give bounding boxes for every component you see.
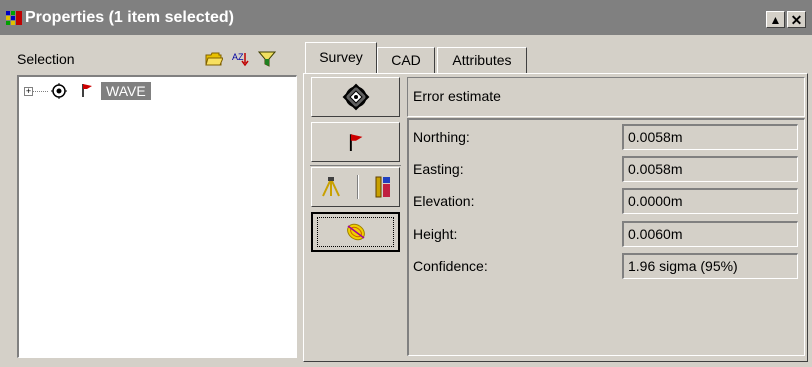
close-button[interactable]: ✕ bbox=[787, 11, 806, 28]
easting-label: Easting: bbox=[413, 161, 464, 177]
easting-value: 0.0058m bbox=[622, 156, 798, 182]
tab-survey[interactable]: Survey bbox=[305, 42, 377, 73]
tab-attributes[interactable]: Attributes bbox=[437, 47, 527, 73]
selection-label: Selection bbox=[17, 51, 75, 67]
confidence-label: Confidence: bbox=[413, 258, 488, 274]
selection-header: Selection AZ bbox=[17, 48, 297, 72]
instruments-button[interactable] bbox=[311, 167, 400, 207]
sort-az-icon[interactable]: AZ bbox=[232, 51, 250, 67]
tree-connector bbox=[33, 91, 48, 92]
tripod-icon bbox=[321, 177, 340, 197]
close-icon: ✕ bbox=[790, 11, 803, 28]
height-value: 0.0060m bbox=[622, 221, 798, 247]
elevation-label: Elevation: bbox=[413, 193, 475, 209]
restore-icon: ▲ bbox=[769, 12, 782, 27]
error-ellipse-icon bbox=[346, 223, 365, 241]
tab-cad[interactable]: CAD bbox=[377, 47, 435, 73]
tree-expander-icon[interactable]: + bbox=[24, 87, 33, 96]
flag-icon bbox=[349, 134, 362, 151]
selection-tree[interactable]: + WAVE bbox=[17, 75, 297, 358]
sort-az-label: AZ bbox=[232, 52, 244, 62]
tree-item-wave[interactable]: WAVE bbox=[101, 82, 151, 100]
height-label: Height: bbox=[413, 226, 458, 242]
flag-icon bbox=[82, 84, 92, 97]
focus-ring bbox=[317, 217, 394, 247]
target-icon bbox=[51, 83, 67, 99]
divider bbox=[356, 175, 359, 199]
window-title: Properties (1 item selected) bbox=[25, 9, 234, 26]
error-estimate-button[interactable] bbox=[311, 212, 400, 252]
app-icon bbox=[6, 11, 22, 25]
survey-point-icon bbox=[342, 83, 369, 111]
divider bbox=[310, 165, 401, 166]
elevation-value: 0.0000m bbox=[622, 188, 798, 214]
folder-icon[interactable] bbox=[205, 51, 223, 67]
restore-button[interactable]: ▲ bbox=[766, 11, 785, 28]
filter-icon[interactable] bbox=[258, 51, 276, 67]
northing-value: 0.0058m bbox=[622, 124, 798, 150]
northing-label: Northing: bbox=[413, 129, 470, 145]
confidence-value: 1.96 sigma (95%) bbox=[622, 253, 798, 279]
error-estimate-title: Error estimate bbox=[413, 88, 501, 104]
instrument-icon bbox=[375, 176, 390, 198]
flag-button[interactable] bbox=[311, 122, 400, 162]
error-estimate-header: Error estimate bbox=[407, 77, 805, 117]
survey-point-button[interactable] bbox=[311, 77, 400, 117]
